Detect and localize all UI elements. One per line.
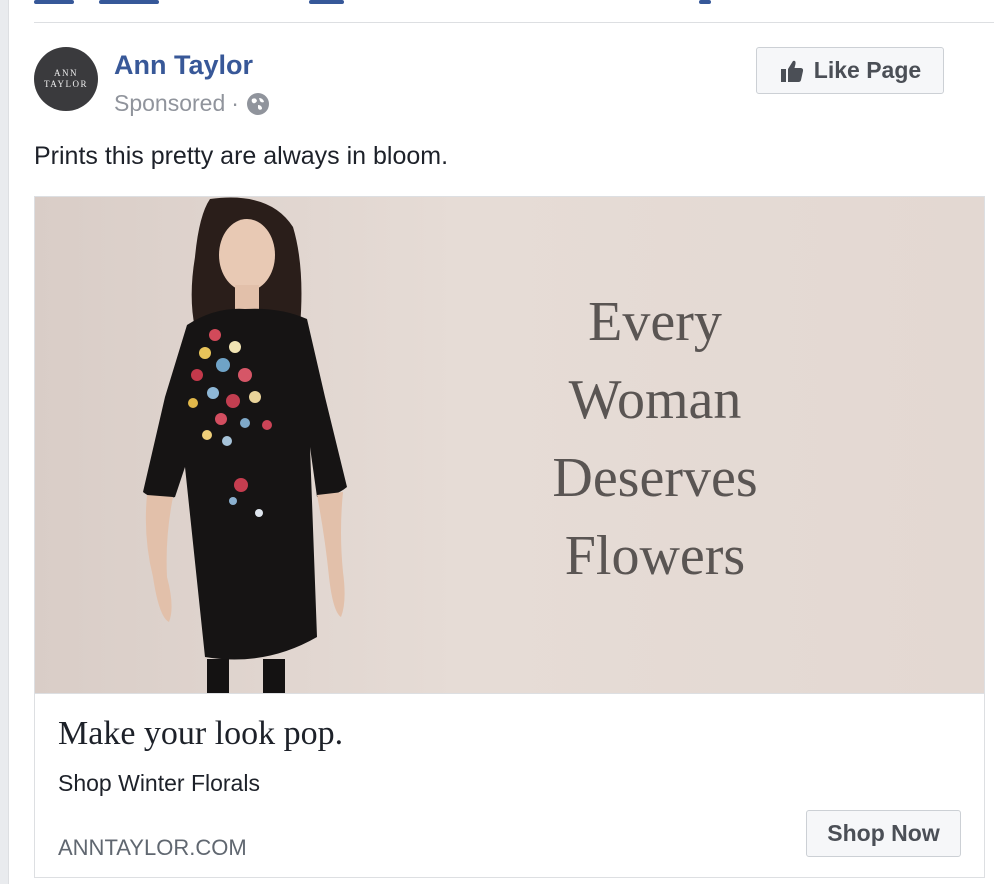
ad-post-card: ANN TAYLOR Ann Taylor Sponsored · Like P… <box>8 0 999 884</box>
ad-image-text-line: Every <box>588 291 722 353</box>
meta-separator: · <box>231 90 239 116</box>
ad-image-text-line: Woman <box>568 369 742 431</box>
previous-post-link-strip <box>9 0 999 6</box>
globe-icon[interactable] <box>246 92 269 115</box>
ad-domain[interactable]: ANNTAYLOR.COM <box>58 835 247 861</box>
shop-now-button[interactable]: Shop Now <box>806 810 961 857</box>
page-name-link[interactable]: Ann Taylor <box>114 50 253 81</box>
avatar-text-line1: ANN <box>54 68 78 78</box>
divider <box>34 22 994 23</box>
thumbs-up-icon <box>780 60 803 82</box>
ad-image-text-line: Flowers <box>564 525 746 587</box>
sponsored-label[interactable]: Sponsored <box>114 90 225 117</box>
ad-image[interactable]: Every Woman Deserves Flowers <box>35 197 984 694</box>
ad-description: Shop Winter Florals <box>58 770 260 796</box>
ad-image-text-line: Deserves <box>552 447 758 509</box>
model-photo <box>143 197 347 693</box>
avatar-text-line2: TAYLOR <box>44 79 88 89</box>
like-page-label: Like Page <box>813 57 922 83</box>
avatar[interactable]: ANN TAYLOR <box>34 47 98 111</box>
post-caption: Prints this pretty are always in bloom. <box>34 142 449 170</box>
ad-image-text: Every Woman Deserves Flowers <box>480 283 830 595</box>
ad-attachment[interactable]: Every Woman Deserves Flowers Make your l… <box>34 196 985 878</box>
like-page-button[interactable]: Like Page <box>756 47 944 94</box>
post-meta: Sponsored · <box>114 90 269 117</box>
ad-headline[interactable]: Make your look pop. <box>58 715 343 753</box>
